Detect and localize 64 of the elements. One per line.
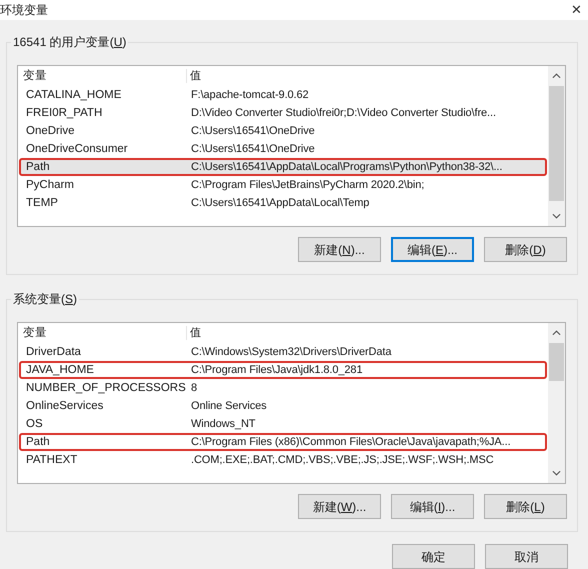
- variable-value: C:\Windows\System32\Drivers\DriverData: [190, 345, 392, 359]
- group-label: 16541 的用户变量(U): [11, 35, 128, 49]
- list-row[interactable]: OS Windows_NT: [19, 415, 547, 433]
- variable-value: .COM;.EXE;.BAT;.CMD;.VBS;.VBE;.JS;.JSE;.WSF;.WSH;.MSC: [190, 453, 495, 467]
- scroll-thumb[interactable]: [549, 343, 564, 381]
- scroll-down-icon[interactable]: [552, 470, 561, 476]
- scrollbar[interactable]: [548, 323, 565, 483]
- variable-name: Path: [25, 435, 51, 449]
- group-label: 系统变量(S): [11, 292, 80, 306]
- scroll-down-icon[interactable]: [552, 213, 561, 219]
- list-row[interactable]: PATHEXT .COM;.EXE;.BAT;.CMD;.VBS;.VBE;.JS;.JSE;.WSF;.WSH;.MSC: [19, 451, 547, 469]
- list-row[interactable]: FREI0R_PATH D:\Video Converter Studio\frei0r;D:\Video Converter Studio\fre...: [19, 104, 547, 122]
- list-row[interactable]: OneDrive C:\Users\16541\OneDrive: [19, 122, 547, 140]
- dialog-button[interactable]: 取消: [485, 544, 568, 569]
- list-row[interactable]: NUMBER_OF_PROCESSORS 8: [19, 379, 547, 397]
- variable-name: OnlineServices: [25, 399, 104, 413]
- action-button[interactable]: 删除(D): [484, 237, 567, 262]
- variable-name: OneDrive: [25, 124, 76, 138]
- action-button[interactable]: 新建(N)...: [298, 237, 381, 262]
- action-button[interactable]: 编辑(E)...: [391, 237, 474, 262]
- close-icon[interactable]: ✕: [571, 3, 582, 17]
- variable-value: F:\apache-tomcat-9.0.62: [190, 88, 310, 102]
- scroll-up-icon[interactable]: [552, 330, 561, 336]
- variable-value: 8: [190, 381, 198, 395]
- scroll-up-icon[interactable]: [552, 73, 561, 79]
- scrollbar[interactable]: [548, 66, 565, 226]
- variable-value: D:\Video Converter Studio\frei0r;D:\Video Converter Studio\fre...: [190, 106, 497, 120]
- variable-name: DriverData: [25, 345, 82, 359]
- action-button[interactable]: 编辑(I)...: [391, 494, 474, 519]
- list-row[interactable]: JAVA_HOME C:\Program Files\Java\jdk1.8.0_281: [19, 361, 547, 379]
- variable-name: OS: [25, 417, 44, 431]
- action-button[interactable]: 新建(W)...: [298, 494, 381, 519]
- list-row[interactable]: TEMP C:\Users\16541\AppData\Local\Temp: [19, 194, 547, 212]
- variable-name: FREI0R_PATH: [25, 106, 104, 120]
- window-title: 环境变量: [0, 3, 48, 17]
- variable-name: NUMBER_OF_PROCESSORS: [25, 381, 187, 395]
- variable-name: Path: [25, 160, 51, 174]
- scroll-thumb[interactable]: [549, 86, 564, 201]
- variable-name: JAVA_HOME: [25, 363, 95, 377]
- variable-value: C:\Program Files\JetBrains\PyCharm 2020.2\bin;: [190, 178, 426, 192]
- variable-name: CATALINA_HOME: [25, 88, 122, 102]
- variable-name: TEMP: [25, 196, 59, 210]
- variable-value: C:\Users\16541\OneDrive: [190, 124, 316, 138]
- variable-value: Online Services: [190, 399, 268, 413]
- column-header[interactable]: 变量: [18, 69, 186, 83]
- list-row[interactable]: OneDriveConsumer C:\Users\16541\OneDrive: [19, 140, 547, 158]
- variable-value: C:\Program Files (x86)\Common Files\Oracle\Java\javapath;%JA...: [190, 435, 512, 449]
- variable-value: C:\Users\16541\OneDrive: [190, 142, 316, 156]
- variable-name: PATHEXT: [25, 453, 78, 467]
- action-button[interactable]: 删除(L): [484, 494, 567, 519]
- variable-value: Windows_NT: [190, 417, 256, 431]
- list-row[interactable]: CATALINA_HOME F:\apache-tomcat-9.0.62: [19, 86, 547, 104]
- variable-name: PyCharm: [25, 178, 75, 192]
- list-row[interactable]: OnlineServices Online Services: [19, 397, 547, 415]
- variable-name: OneDriveConsumer: [25, 142, 129, 156]
- variable-value: C:\Users\16541\AppData\Local\Temp: [190, 196, 370, 210]
- list-row[interactable]: DriverData C:\Windows\System32\Drivers\DriverData: [19, 343, 547, 361]
- dialog-button[interactable]: 确定: [392, 544, 475, 569]
- list-row[interactable]: PyCharm C:\Program Files\JetBrains\PyCharm 2020.2\bin;: [19, 176, 547, 194]
- column-header[interactable]: 变量: [18, 326, 186, 340]
- list-row[interactable]: Path C:\Users\16541\AppData\Local\Programs\Python\Python38-32\...: [19, 158, 547, 176]
- variable-value: C:\Program Files\Java\jdk1.8.0_281: [190, 363, 364, 377]
- variable-value: C:\Users\16541\AppData\Local\Programs\Python\Python38-32\...: [190, 160, 504, 174]
- list-row[interactable]: Path C:\Program Files (x86)\Common Files\Oracle\Java\javapath;%JA...: [19, 433, 547, 451]
